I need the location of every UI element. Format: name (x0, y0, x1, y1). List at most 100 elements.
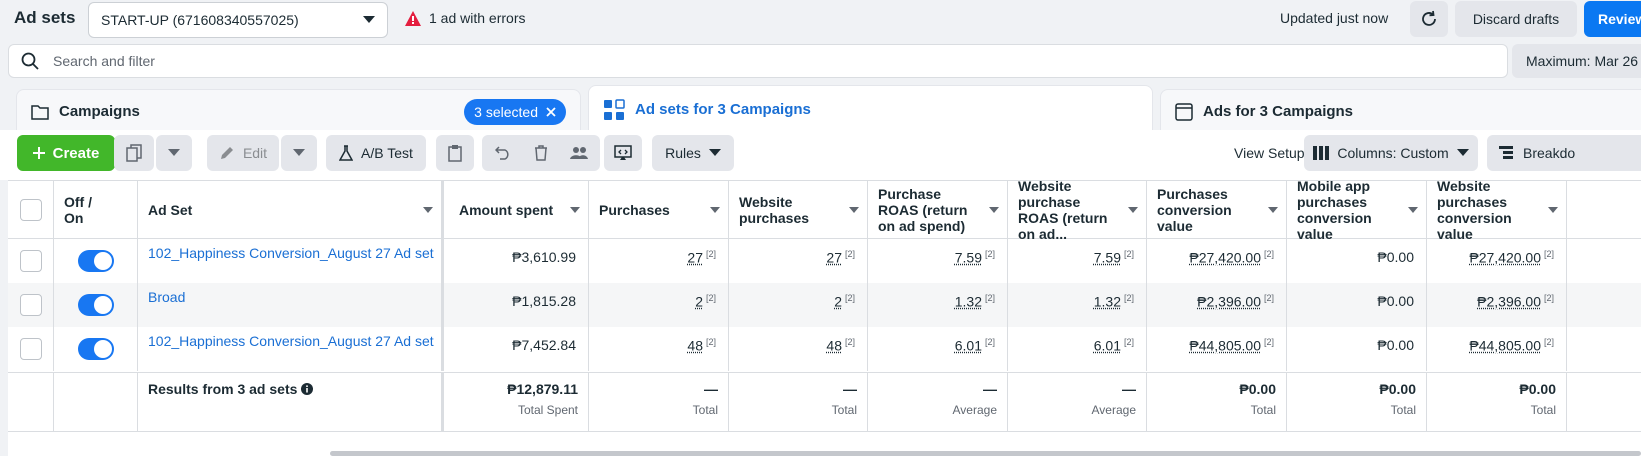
row-checkbox[interactable] (20, 338, 42, 360)
edit-dropdown-button[interactable] (281, 135, 317, 171)
cell-value[interactable]: 48 (687, 338, 703, 354)
col-web-roas[interactable]: Website purchase ROAS (return on ad... (1008, 178, 1147, 242)
select-all-cell (8, 181, 54, 238)
cell-value: ₱3,610.99 (512, 249, 576, 265)
cell-web-purchases: 48 [2] (729, 327, 868, 371)
selected-badge[interactable]: 3 selected (464, 98, 566, 125)
preview-button[interactable] (604, 135, 642, 171)
search-bar[interactable]: Search and filter (8, 44, 1508, 78)
cell-web-conv: ₱27,420.00 [2] (1427, 239, 1567, 283)
cell-value[interactable]: 6.01 (955, 338, 982, 354)
sort-icon[interactable] (710, 206, 720, 213)
horizontal-scrollbar[interactable] (330, 451, 1641, 456)
cell-value[interactable]: 2 (695, 294, 703, 310)
undo-icon[interactable] (484, 146, 522, 160)
col-offon[interactable]: Off / On (54, 181, 138, 238)
audience-icon[interactable] (560, 146, 598, 160)
select-all-checkbox[interactable] (20, 199, 42, 221)
adset-name-cell: 102_Happiness Conversion_August 27 Ad se… (138, 327, 444, 371)
cell-value[interactable]: ₱44,805.00 (1469, 338, 1541, 354)
refresh-button[interactable] (1410, 1, 1448, 37)
sort-icon[interactable] (1128, 206, 1138, 213)
sort-icon[interactable] (1548, 206, 1558, 213)
clipboard-button[interactable] (436, 135, 474, 171)
cell-value[interactable]: 27 (826, 250, 842, 266)
review-button[interactable]: Review (1584, 1, 1641, 37)
footnote-marker: [2] (1123, 337, 1134, 347)
create-button[interactable]: Create (17, 135, 115, 171)
sort-icon[interactable] (570, 206, 580, 213)
row-checkbox[interactable] (20, 294, 42, 316)
col-adset-label: Ad Set (148, 201, 193, 218)
row-toggle-cell (54, 239, 138, 283)
cell-value[interactable]: 6.01 (1094, 338, 1121, 354)
total-web-purchases-value: — (843, 381, 857, 397)
cell-value[interactable]: 1.32 (1094, 294, 1121, 310)
breakdown-button[interactable]: Breakdo (1487, 135, 1641, 171)
cell-value: ₱7,452.84 (512, 337, 576, 353)
tab-ads[interactable]: Ads for 3 Campaigns (1160, 89, 1641, 133)
edit-button[interactable]: Edit (207, 135, 279, 171)
trash-icon[interactable] (522, 145, 560, 161)
cell-mobile-conv: ₱0.00 (1287, 327, 1427, 371)
col-roas[interactable]: Purchase ROAS (return on ad spend) (868, 181, 1008, 238)
footnote-marker: [2] (1123, 249, 1134, 259)
adset-toggle[interactable] (78, 250, 114, 272)
row-select-cell (8, 283, 54, 327)
col-offon-label: Off / On (64, 193, 92, 226)
adset-name-link[interactable]: 102_Happiness Conversion_August 27 Ad se… (148, 333, 434, 349)
tab-campaigns[interactable]: Campaigns 3 selected (16, 89, 581, 133)
clipboard-icon (448, 144, 462, 162)
adset-toggle[interactable] (78, 294, 114, 316)
total-mobile-conv: ₱0.00 Total (1287, 373, 1427, 431)
footnote-marker: [2] (844, 337, 855, 347)
adset-toggle[interactable] (78, 338, 114, 360)
cell-value[interactable]: 2 (834, 294, 842, 310)
col-amount[interactable]: Amount spent (449, 181, 589, 238)
total-roas: — Average (868, 373, 1008, 431)
columns-button[interactable]: Columns: Custom (1304, 135, 1478, 171)
cell-value[interactable]: ₱44,805.00 (1189, 338, 1261, 354)
sort-icon[interactable] (849, 206, 859, 213)
duplicate-button[interactable] (114, 135, 154, 171)
cell-value[interactable]: ₱27,420.00 (1189, 250, 1261, 266)
sort-icon[interactable] (1268, 206, 1278, 213)
sort-icon[interactable] (1408, 206, 1418, 213)
account-selector[interactable]: START-UP (671608340557025) (88, 2, 388, 38)
date-range-button[interactable]: Maximum: Mar 26 (1512, 44, 1641, 78)
sort-icon[interactable] (989, 206, 999, 213)
cell-value[interactable]: 48 (826, 338, 842, 354)
tab-adsets[interactable]: Ad sets for 3 Campaigns (588, 85, 1153, 133)
row-select-cell (8, 327, 54, 371)
cell-roas: 1.32 [2] (868, 283, 1008, 327)
col-purchases[interactable]: Purchases (589, 181, 729, 238)
cell-value[interactable]: 1.32 (955, 294, 982, 310)
col-mobile-conv[interactable]: Mobile app purchases conversion value (1287, 178, 1427, 242)
adset-name-link[interactable]: Broad (148, 289, 185, 305)
total-purchases-sub: Total (692, 403, 718, 417)
error-notice[interactable]: 1 ad with errors (405, 10, 525, 26)
adset-name-link[interactable]: 102_Happiness Conversion_August 27 Ad se… (148, 245, 434, 261)
search-input[interactable]: Search and filter (53, 53, 155, 69)
cell-value[interactable]: 7.59 (1094, 250, 1121, 266)
col-adset[interactable]: Ad Set (138, 181, 444, 238)
col-web-purchases[interactable]: Website purchases (729, 181, 868, 238)
discard-drafts-button[interactable]: Discard drafts (1455, 1, 1577, 37)
col-web-conv[interactable]: Website purchases conversion value (1427, 178, 1567, 242)
rules-button[interactable]: Rules (652, 135, 734, 171)
col-conv-value[interactable]: Purchases conversion value (1147, 181, 1287, 238)
cell-value[interactable]: ₱2,396.00 (1477, 294, 1541, 310)
info-icon[interactable] (301, 381, 314, 395)
cell-value[interactable]: 7.59 (955, 250, 982, 266)
footnote-marker: [2] (1263, 337, 1274, 347)
search-icon (21, 52, 39, 70)
cell-value[interactable]: ₱2,396.00 (1197, 294, 1261, 310)
sort-icon[interactable] (423, 206, 433, 213)
row-checkbox[interactable] (20, 250, 42, 272)
cell-value[interactable]: 27 (687, 250, 703, 266)
close-icon[interactable] (546, 106, 556, 117)
ab-test-button[interactable]: A/B Test (326, 135, 426, 171)
cell-value[interactable]: ₱27,420.00 (1469, 250, 1541, 266)
page-title: Ad sets (14, 8, 76, 27)
duplicate-dropdown-button[interactable] (156, 135, 192, 171)
